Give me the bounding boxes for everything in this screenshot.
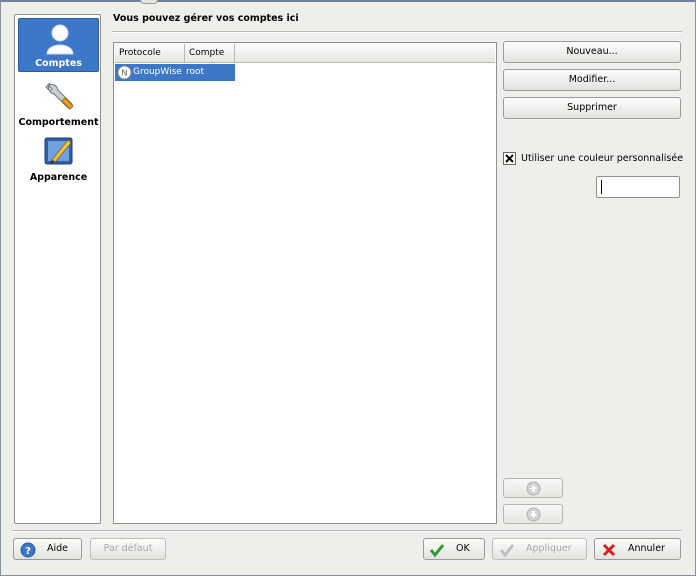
table-row[interactable]: N GroupWise root [115,64,235,81]
apply-button[interactable]: Appliquer [492,538,587,560]
modify-button-label: Modifier... [568,74,616,85]
sidebar-item-label: Comportement [18,117,99,128]
help-icon: ? [20,542,36,558]
window-notch [140,0,158,4]
ok-button-label: OK [456,543,470,554]
new-button-label: Nouveau... [566,46,618,57]
delete-button[interactable]: Supprimer [503,97,681,119]
user-icon [46,24,74,55]
sidebar-item-comportement[interactable]: Comportement [18,76,99,130]
svg-text:?: ? [25,546,31,557]
move-down-button[interactable] [503,504,563,524]
column-header-protocole[interactable]: Protocole [115,44,185,63]
sidebar-item-comptes[interactable]: Comptes [18,18,99,72]
groupwise-icon: N [117,65,132,80]
modify-button[interactable]: Modifier... [503,69,681,91]
appearance-icon [44,137,73,165]
move-up-button[interactable] [503,478,563,498]
cancel-icon [602,543,616,557]
protocol-cell: GroupWise [133,67,182,77]
cancel-button[interactable]: Annuler [594,538,681,560]
wrench-icon [45,82,74,110]
sidebar-item-label: Apparence [29,172,88,183]
list-header: Protocole Compte [115,44,495,63]
account-cell: root [186,67,205,77]
color-field[interactable] [596,176,680,198]
help-button[interactable]: ? Aide [13,538,82,560]
default-button[interactable]: Par défaut [90,538,166,560]
cancel-button-label: Annuler [628,543,665,554]
new-button[interactable]: Nouveau... [503,41,681,63]
help-button-label: Aide [47,543,69,554]
arrow-down-icon [526,507,541,522]
accounts-list[interactable]: Protocole Compte N GroupWise root [113,42,497,524]
delete-button-label: Supprimer [567,102,617,113]
custom-color-label[interactable]: Utiliser une couleur personnalisée [521,153,683,164]
checkmark-icon [429,544,445,558]
apply-button-label: Appliquer [526,543,572,554]
text-caret [601,180,602,194]
ok-button[interactable]: OK [423,538,485,560]
sidebar-item-apparence[interactable]: Apparence [18,131,99,185]
check-icon [505,154,514,163]
custom-color-checkbox[interactable] [503,152,516,165]
page-title: Vous pouvez gérer vos comptes ici [113,13,299,24]
default-button-label: Par défaut [103,543,153,554]
footer-divider [12,530,682,532]
sidebar-item-label: Comptes [35,58,82,69]
column-header-compte[interactable]: Compte [185,44,235,63]
sidebar: Comptes Comportement Apparence [14,14,101,524]
checkmark-icon [499,544,515,558]
arrow-up-icon [526,481,541,496]
header-divider [112,31,682,33]
svg-text:N: N [122,69,128,78]
